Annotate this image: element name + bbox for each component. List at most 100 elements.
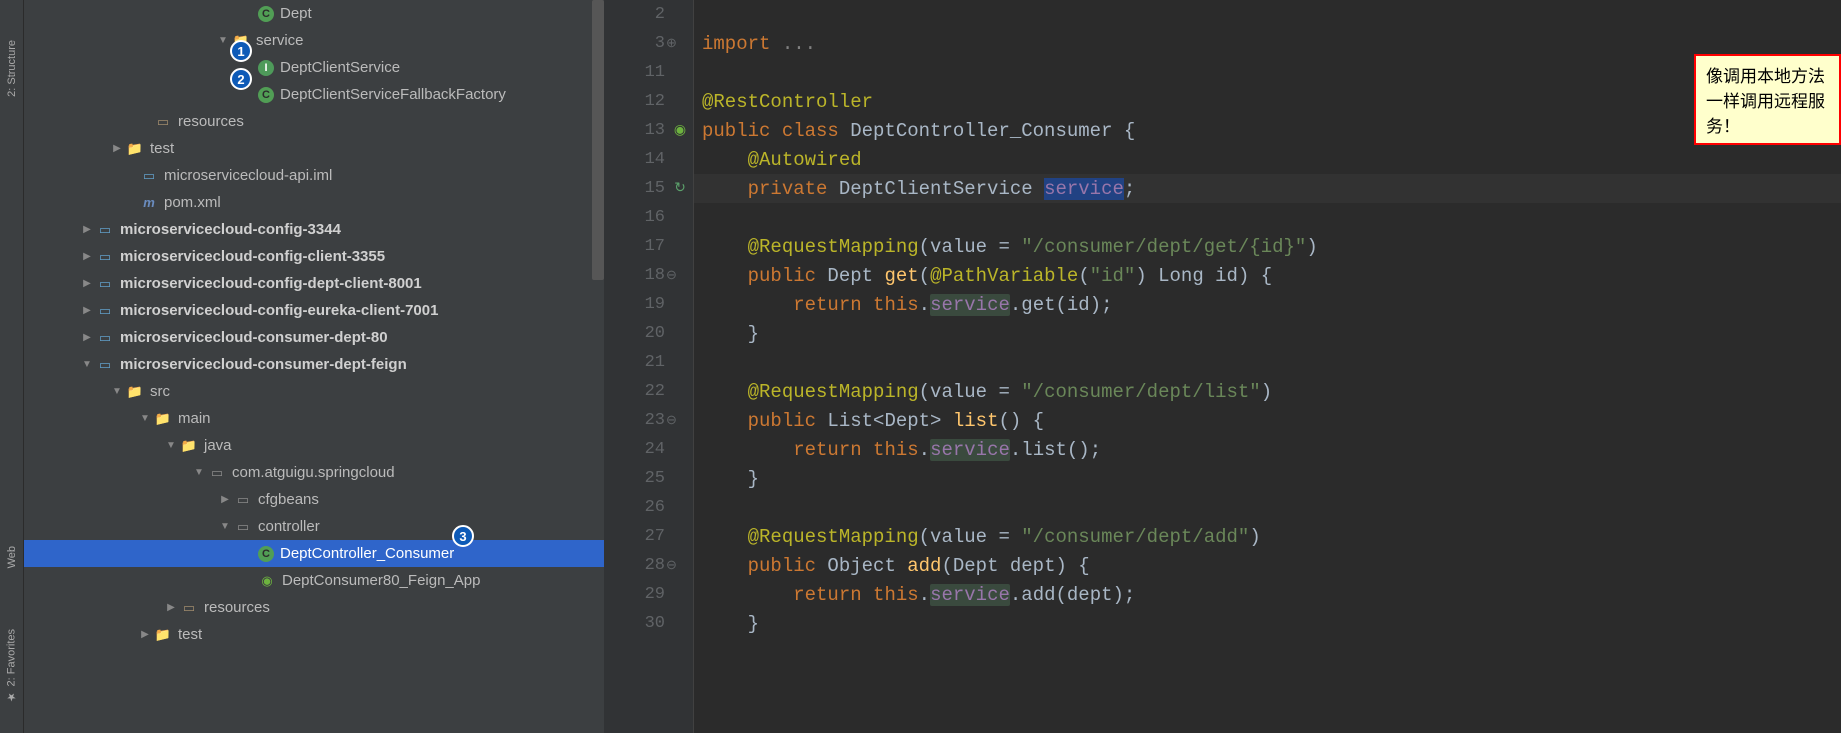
line-number[interactable]: 22 <box>604 377 693 406</box>
code-line[interactable]: public Dept get(@PathVariable("id") Long… <box>694 261 1841 290</box>
expand-arrow-icon[interactable]: ▼ <box>80 358 94 372</box>
code-line[interactable]: public Object add(Dept dept) { <box>694 551 1841 580</box>
line-number[interactable]: 16 <box>604 203 693 232</box>
tree-item[interactable]: IDeptClientService <box>24 54 604 81</box>
code-line[interactable] <box>694 493 1841 522</box>
expand-arrow-icon[interactable]: ▶ <box>80 223 94 237</box>
fold-icon[interactable]: ⊕ <box>666 36 677 51</box>
fold-icon[interactable]: ⊖ <box>666 558 677 573</box>
tree-item[interactable]: ▶▭resources <box>24 594 604 621</box>
code-line[interactable]: } <box>694 319 1841 348</box>
bean-icon[interactable]: ↻ <box>671 180 689 198</box>
favorites-tool-button[interactable]: ★2: Favorites <box>5 629 18 703</box>
expand-arrow-icon[interactable]: ▼ <box>110 385 124 399</box>
line-number[interactable]: 3⊕ <box>604 29 693 58</box>
expand-arrow-icon[interactable]: ▶ <box>138 628 152 642</box>
line-number[interactable]: 15↻ <box>604 174 693 203</box>
expand-arrow-icon[interactable]: ▶ <box>80 250 94 264</box>
code-line[interactable]: return this.service.add(dept); <box>694 580 1841 609</box>
tree-item[interactable]: ▼▭controller <box>24 513 604 540</box>
expand-arrow-icon[interactable]: ▼ <box>164 439 178 453</box>
code-line[interactable]: import ... <box>694 29 1841 58</box>
file-type-icon: ◉ <box>258 572 276 590</box>
expand-arrow-icon[interactable]: ▼ <box>216 34 230 48</box>
line-number[interactable]: 17 <box>604 232 693 261</box>
tree-item[interactable]: ▼📁main <box>24 405 604 432</box>
line-number[interactable]: 18⊖ <box>604 261 693 290</box>
code-line[interactable]: @RequestMapping(value = "/consumer/dept/… <box>694 522 1841 551</box>
tree-item[interactable]: ▶📁test <box>24 621 604 648</box>
tree-item[interactable]: ▼📁java <box>24 432 604 459</box>
structure-tool-button[interactable]: 2: Structure <box>6 40 18 97</box>
expand-arrow-icon[interactable]: ▼ <box>192 466 206 480</box>
code-line[interactable]: public class DeptController_Consumer { <box>694 116 1841 145</box>
tree-item[interactable]: ▭microservicecloud-api.iml <box>24 162 604 189</box>
code-line[interactable] <box>694 58 1841 87</box>
tree-item[interactable]: ▶▭microservicecloud-config-3344 <box>24 216 604 243</box>
line-number[interactable]: 26 <box>604 493 693 522</box>
line-number[interactable]: 19 <box>604 290 693 319</box>
line-number[interactable]: 14 <box>604 145 693 174</box>
file-type-icon: I <box>258 60 274 76</box>
line-number[interactable]: 20 <box>604 319 693 348</box>
code-line[interactable]: return this.service.get(id); <box>694 290 1841 319</box>
code-line[interactable]: public List<Dept> list() { <box>694 406 1841 435</box>
tree-item[interactable]: ▶▭microservicecloud-config-dept-client-8… <box>24 270 604 297</box>
expand-arrow-icon[interactable]: ▶ <box>110 142 124 156</box>
line-number[interactable]: 13◉ <box>604 116 693 145</box>
tree-item[interactable]: ▶▭microservicecloud-config-eureka-client… <box>24 297 604 324</box>
expand-arrow-icon[interactable]: ▼ <box>138 412 152 426</box>
tree-item[interactable]: ▼📁service <box>24 27 604 54</box>
code-editor[interactable]: 23⊕111213◉1415↻161718⊖1920212223⊖2425262… <box>604 0 1841 733</box>
code-line[interactable]: @Autowired <box>694 145 1841 174</box>
tree-item[interactable]: ▭resources <box>24 108 604 135</box>
code-content[interactable]: 像调用本地方法一样调用远程服务！ import ... @RestControl… <box>694 0 1841 733</box>
expand-arrow-icon[interactable]: ▶ <box>218 493 232 507</box>
tree-item-label: DeptController_Consumer <box>280 545 454 562</box>
tree-item[interactable]: CDept <box>24 0 604 27</box>
tree-item[interactable]: mpom.xml <box>24 189 604 216</box>
tree-item[interactable]: ▶▭microservicecloud-consumer-dept-80 <box>24 324 604 351</box>
code-line[interactable]: } <box>694 464 1841 493</box>
expand-arrow-icon[interactable]: ▶ <box>80 304 94 318</box>
expand-arrow-icon[interactable]: ▶ <box>164 601 178 615</box>
tree-item[interactable]: CDeptClientServiceFallbackFactory <box>24 81 604 108</box>
code-line[interactable] <box>694 0 1841 29</box>
code-line[interactable]: } <box>694 609 1841 638</box>
line-number[interactable]: 12 <box>604 87 693 116</box>
tree-item[interactable]: CDeptController_Consumer <box>24 540 604 567</box>
tree-item[interactable]: ▼▭com.atguigu.springcloud <box>24 459 604 486</box>
tree-item[interactable]: ◉DeptConsumer80_Feign_App <box>24 567 604 594</box>
code-line[interactable]: return this.service.list(); <box>694 435 1841 464</box>
tree-item[interactable]: ▶📁test <box>24 135 604 162</box>
spring-icon[interactable]: ◉ <box>671 122 689 140</box>
code-line[interactable]: @RequestMapping(value = "/consumer/dept/… <box>694 377 1841 406</box>
expand-arrow-icon[interactable]: ▼ <box>218 520 232 534</box>
tree-item[interactable]: ▶▭cfgbeans <box>24 486 604 513</box>
code-line[interactable]: private DeptClientService service; <box>694 174 1841 203</box>
line-number[interactable]: 24 <box>604 435 693 464</box>
code-line[interactable] <box>694 203 1841 232</box>
fold-icon[interactable]: ⊖ <box>666 268 677 283</box>
line-number[interactable]: 11 <box>604 58 693 87</box>
code-line[interactable]: @RequestMapping(value = "/consumer/dept/… <box>694 232 1841 261</box>
line-number[interactable]: 23⊖ <box>604 406 693 435</box>
line-number[interactable]: 29 <box>604 580 693 609</box>
line-number[interactable]: 30 <box>604 609 693 638</box>
line-number[interactable]: 21 <box>604 348 693 377</box>
web-tool-button[interactable]: Web <box>6 546 18 568</box>
line-number[interactable]: 2 <box>604 0 693 29</box>
tree-scrollbar[interactable] <box>592 0 604 280</box>
tree-item[interactable]: ▼▭microservicecloud-consumer-dept-feign <box>24 351 604 378</box>
line-number[interactable]: 27 <box>604 522 693 551</box>
line-number[interactable]: 28⊖ <box>604 551 693 580</box>
line-number[interactable]: 25 <box>604 464 693 493</box>
code-line[interactable] <box>694 348 1841 377</box>
fold-icon[interactable]: ⊖ <box>666 413 677 428</box>
project-tree[interactable]: CDept▼📁serviceIDeptClientServiceCDeptCli… <box>24 0 604 733</box>
expand-arrow-icon[interactable]: ▶ <box>80 277 94 291</box>
tree-item[interactable]: ▶▭microservicecloud-config-client-3355 <box>24 243 604 270</box>
code-line[interactable]: @RestController <box>694 87 1841 116</box>
tree-item[interactable]: ▼📁src <box>24 378 604 405</box>
expand-arrow-icon[interactable]: ▶ <box>80 331 94 345</box>
